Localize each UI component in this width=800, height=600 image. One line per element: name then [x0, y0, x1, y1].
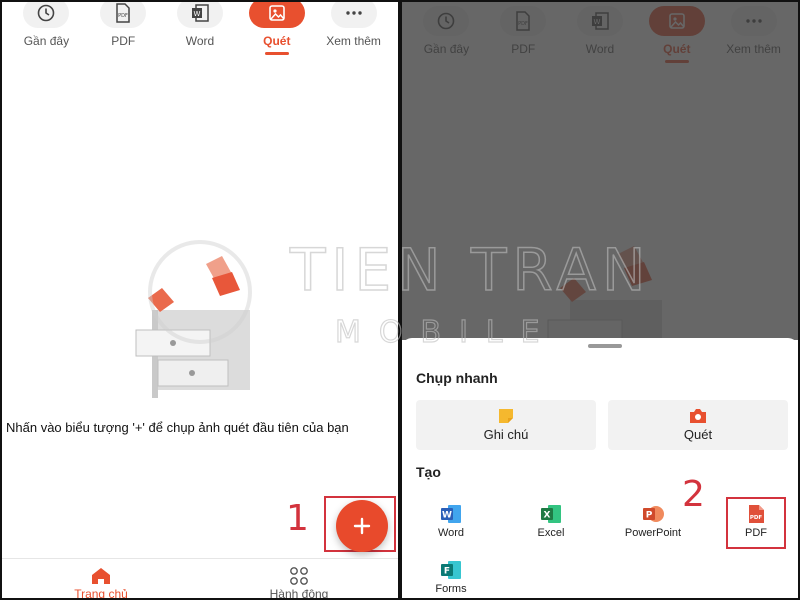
top-tab-bar: Gần đây PDF PDF W Word Quét Xem thêm — [2, 2, 398, 55]
clock-icon — [38, 4, 55, 22]
tab-label: Word — [185, 34, 215, 48]
bottom-nav: Trang chủ Hành động — [2, 558, 398, 600]
modal-scrim[interactable] — [402, 2, 798, 340]
tab-scan[interactable]: Quét — [242, 2, 312, 55]
create-forms[interactable]: F Forms — [406, 560, 496, 595]
tab-pdf[interactable]: PDF PDF — [88, 2, 158, 55]
tab-word[interactable]: W Word — [165, 2, 235, 55]
nav-home[interactable]: Trang chủ — [2, 559, 200, 600]
tab-label: PDF — [111, 34, 136, 48]
empty-state-illustration — [135, 256, 250, 398]
nav-label: Hành động — [269, 587, 329, 600]
word-icon: W — [441, 505, 461, 523]
quick-label: Quét — [683, 427, 713, 442]
create-label: PowerPoint — [624, 527, 682, 539]
highlight-box-pdf — [726, 497, 786, 549]
home-icon — [92, 568, 110, 584]
note-icon — [499, 409, 513, 423]
quick-note-button[interactable]: Ghi chú — [416, 400, 596, 450]
tab-label: Quét — [263, 34, 291, 48]
nav-actions[interactable]: Hành động — [200, 559, 398, 600]
image-scan-icon — [268, 5, 285, 21]
quick-label: Ghi chú — [483, 427, 529, 442]
tab-label: Xem thêm — [326, 34, 381, 48]
quick-capture-title: Chụp nhanh — [416, 370, 498, 386]
create-label: Forms — [435, 583, 467, 595]
add-scan-fab[interactable] — [336, 500, 388, 552]
sheet-drag-handle[interactable] — [588, 344, 622, 348]
more-icon — [345, 11, 362, 15]
empty-state-message: Nhấn vào biểu tượng '+' để chụp ảnh quét… — [6, 420, 349, 435]
active-tab-indicator — [264, 52, 289, 55]
forms-icon: F — [441, 561, 461, 579]
actions-grid-icon — [290, 567, 308, 585]
svg-text:P: P — [646, 511, 653, 521]
bottom-sheet: Chụp nhanh Ghi chú Quét Tạo W Word X Exc… — [402, 338, 798, 598]
step-number-2: 2 — [682, 474, 705, 515]
create-title: Tạo — [416, 464, 441, 480]
svg-text:PDF: PDF — [118, 13, 128, 19]
excel-icon: X — [541, 505, 561, 523]
svg-text:W: W — [194, 10, 201, 18]
create-label: Excel — [537, 527, 565, 539]
pdf-file-icon: PDF — [116, 3, 130, 23]
tab-recent[interactable]: Gần đây — [11, 2, 81, 55]
step-number-1: 1 — [286, 498, 309, 539]
tab-more[interactable]: Xem thêm — [319, 2, 389, 55]
powerpoint-icon: P — [643, 506, 664, 522]
tab-label: Gần đây — [23, 34, 70, 48]
create-excel[interactable]: X Excel — [506, 504, 596, 539]
camera-icon — [690, 409, 706, 423]
nav-label: Trang chủ — [74, 587, 128, 600]
word-file-icon: W — [191, 4, 209, 22]
svg-text:F: F — [444, 567, 450, 577]
svg-text:X: X — [544, 511, 551, 521]
svg-text:W: W — [442, 511, 452, 521]
plus-icon — [353, 517, 371, 535]
create-word[interactable]: W Word — [406, 504, 496, 539]
right-screen: Gần đây PDF PDF W Word Quét Xem thêm Chụ… — [400, 0, 800, 600]
left-screen: Gần đây PDF PDF W Word Quét Xem thêm Nhấ — [0, 0, 400, 600]
create-label: Word — [437, 527, 465, 539]
quick-scan-button[interactable]: Quét — [608, 400, 788, 450]
